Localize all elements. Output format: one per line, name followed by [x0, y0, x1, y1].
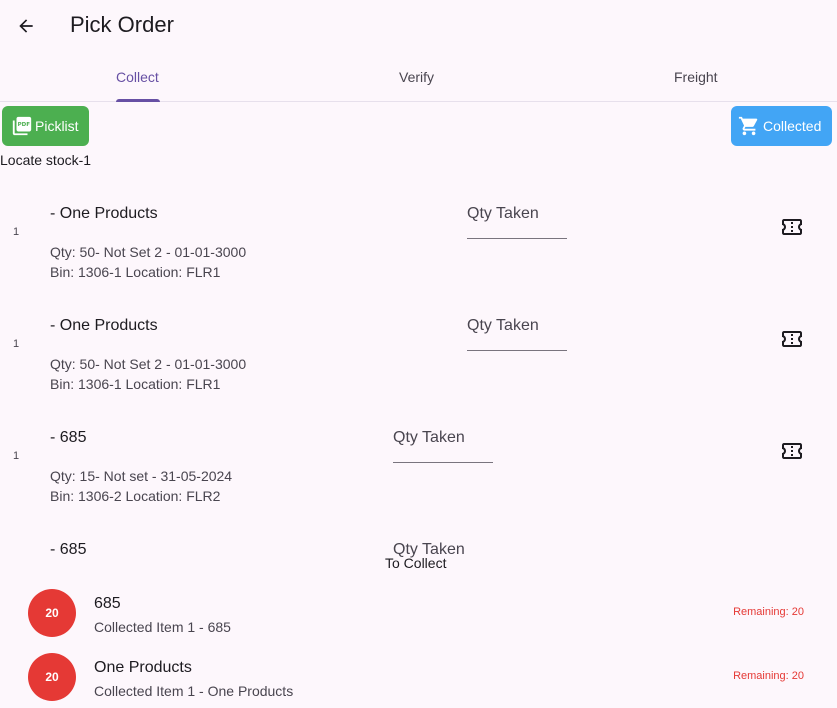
ticket-icon — [782, 219, 802, 235]
page-title: Pick Order — [70, 12, 174, 37]
item-qty-detail: Qty: 50- Not Set 2 - 01-01-3000 — [50, 244, 247, 260]
active-tab-indicator — [116, 99, 160, 102]
item-bin-location: Bin: 1306-2 Location: FLR2 — [50, 488, 221, 504]
item-name: - One Products — [50, 317, 158, 334]
tab-bar: Collect Verify Freight — [0, 56, 837, 102]
pick-item: 1 - One Products Qty Taken Qty: 50- Not … — [0, 305, 837, 417]
ticket-icon — [782, 331, 802, 347]
collected-label: Collected — [763, 118, 822, 134]
pick-item: 1 - 685 Qty Taken Qty: 15- Not set - 31-… — [0, 417, 837, 529]
cart-icon — [738, 116, 758, 136]
collect-list-item[interactable]: 20 685 Collected Item 1 - 685 Remaining:… — [0, 589, 837, 651]
back-button[interactable] — [10, 10, 42, 42]
to-collect-heading: To Collect — [385, 555, 447, 571]
picklist-button[interactable]: PDF Picklist — [2, 106, 89, 146]
remaining-count: Remaining: 20 — [733, 606, 804, 618]
picklist-label: Picklist — [35, 118, 79, 134]
item-index: 1 — [13, 338, 20, 350]
item-qty-detail: Qty: 15- Not set - 31-05-2024 — [50, 468, 233, 484]
item-name: - One Products — [50, 205, 158, 222]
collect-item-name: 685 — [94, 595, 121, 612]
tab-freight[interactable]: Freight — [674, 56, 718, 102]
ticket-button[interactable] — [780, 327, 804, 351]
ticket-icon — [782, 443, 802, 459]
collect-item-subtitle: Collected Item 1 - 685 — [94, 619, 231, 635]
count-badge: 20 — [28, 653, 76, 701]
tab-collect[interactable]: Collect — [116, 56, 159, 102]
qty-taken-input[interactable]: Qty Taken — [467, 205, 567, 239]
pdf-icon: PDF — [12, 116, 32, 136]
item-name: - 685 — [50, 429, 87, 446]
tab-verify[interactable]: Verify — [399, 56, 434, 102]
item-bin-location: Bin: 1306-1 Location: FLR1 — [50, 376, 221, 392]
arrow-left-icon — [19, 19, 33, 33]
remaining-count: Remaining: 20 — [733, 670, 804, 682]
qty-taken-label: Qty Taken — [467, 205, 539, 222]
app-bar: Pick Order — [0, 0, 837, 52]
qty-taken-input[interactable]: Qty Taken — [467, 317, 567, 351]
qty-taken-label: Qty Taken — [393, 429, 465, 446]
collect-item-subtitle: Collected Item 1 - One Products — [94, 683, 294, 699]
item-qty-detail: Qty: 50- Not Set 2 - 01-01-3000 — [50, 356, 247, 372]
pick-item: - 685 Qty Taken — [0, 529, 837, 558]
item-name: - 685 — [50, 541, 87, 558]
collect-item-name: One Products — [94, 659, 192, 676]
collected-button[interactable]: Collected — [731, 106, 832, 146]
item-bin-location: Bin: 1306-1 Location: FLR1 — [50, 264, 221, 280]
pick-item: 1 - One Products Qty Taken Qty: 50- Not … — [0, 193, 837, 305]
item-index: 1 — [13, 226, 20, 238]
svg-text:PDF: PDF — [18, 122, 31, 128]
count-badge: 20 — [28, 589, 76, 637]
collect-list-item[interactable]: 20 One Products Collected Item 1 - One P… — [0, 653, 837, 708]
qty-taken-input[interactable]: Qty Taken — [393, 429, 493, 463]
ticket-button[interactable] — [780, 439, 804, 463]
qty-taken-label: Qty Taken — [467, 317, 539, 334]
ticket-button[interactable] — [780, 215, 804, 239]
item-index: 1 — [13, 450, 20, 462]
section-label: Locate stock-1 — [0, 152, 92, 168]
